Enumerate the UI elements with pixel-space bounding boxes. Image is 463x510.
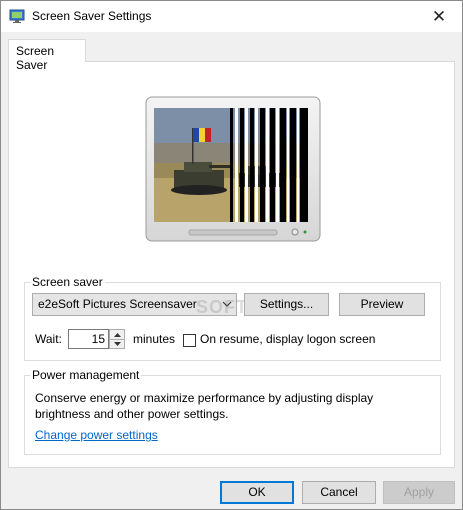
- cancel-button[interactable]: Cancel: [302, 481, 376, 504]
- apply-button[interactable]: Apply: [383, 481, 455, 504]
- close-button[interactable]: ✕: [416, 1, 462, 32]
- settings-button[interactable]: Settings...: [244, 293, 329, 316]
- change-power-settings-link[interactable]: Change power settings: [35, 428, 158, 442]
- window-title: Screen Saver Settings: [32, 9, 152, 23]
- minutes-label: minutes: [133, 332, 176, 346]
- logon-screen-checkbox[interactable]: [183, 334, 196, 347]
- title-bar: Screen Saver Settings ✕: [1, 1, 462, 32]
- screen-saver-app-icon: [9, 9, 25, 23]
- tab-screen-saver[interactable]: Screen Saver: [8, 39, 86, 72]
- spin-down-button[interactable]: [110, 339, 124, 348]
- spin-up-icon: [113, 332, 121, 337]
- ok-button[interactable]: OK: [220, 481, 294, 504]
- screen-saver-select-value: e2eSoft Pictures Screensaver: [38, 297, 197, 311]
- power-management-group-label: Power management: [30, 368, 142, 382]
- preview-scene: [154, 108, 308, 222]
- power-description: Conserve energy or maximize performance …: [35, 391, 374, 421]
- spin-down-icon: [113, 341, 121, 346]
- screen-saver-settings-window: Screen Saver Settings ✕ Screen Saver Scr…: [0, 0, 463, 510]
- wait-minutes-stepper[interactable]: [109, 329, 125, 349]
- close-icon: ✕: [431, 6, 447, 26]
- wait-minutes-input[interactable]: 15: [68, 329, 109, 349]
- screen-saver-group-label: Screen saver: [30, 275, 105, 289]
- wait-label: Wait:: [35, 332, 62, 346]
- screen-saver-preview-image: [154, 108, 308, 222]
- preview-button[interactable]: Preview: [339, 293, 425, 316]
- logon-screen-label[interactable]: On resume, display logon screen: [200, 332, 375, 346]
